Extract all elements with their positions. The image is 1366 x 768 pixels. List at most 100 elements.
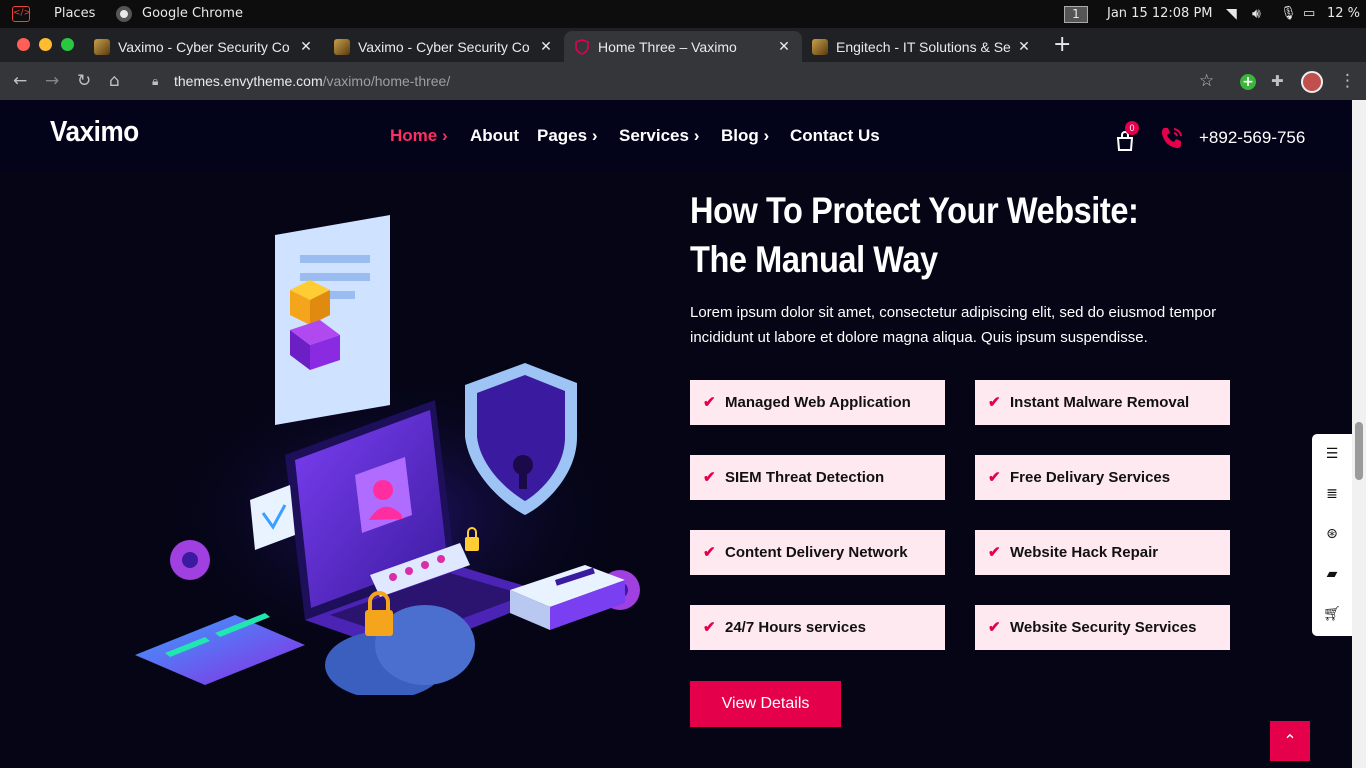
cart-icon[interactable]: 🛒︎ xyxy=(1312,606,1352,622)
documentation-list-icon[interactable]: ≣ xyxy=(1312,486,1352,502)
wifi-icon[interactable]: ◥ xyxy=(1226,0,1237,28)
feature-item: ✔ Free Delivary Services xyxy=(975,455,1230,500)
feature-item: ✔ 24/7 Hours services xyxy=(690,605,945,650)
url-domain: themes.envytheme.com xyxy=(174,73,323,89)
website-viewport: Vaximo Home › About Pages › Services › B… xyxy=(0,100,1366,768)
url-path: /vaximo/home-three/ xyxy=(322,73,451,89)
view-details-button[interactable]: View Details xyxy=(690,681,841,727)
os-top-bar: </> Places Google Chrome 1 Jan 15 12:08 … xyxy=(0,0,1366,28)
shield-favicon-icon xyxy=(575,38,589,55)
chevron-right-icon: › xyxy=(441,126,448,145)
tab-title: Engitech - IT Solutions & Se xyxy=(836,38,1011,55)
nav-pages[interactable]: Pages › xyxy=(537,126,598,146)
feature-item: ✔ Managed Web Application xyxy=(690,380,945,425)
feature-item: ✔ SIEM Threat Detection xyxy=(690,455,945,500)
nav-about[interactable]: About xyxy=(470,126,519,146)
book-icon[interactable]: ▰ xyxy=(1312,566,1352,582)
chevron-right-icon: › xyxy=(693,126,700,145)
reload-icon[interactable]: ↻ xyxy=(77,62,91,100)
extensions-puzzle-icon[interactable]: ✚ xyxy=(1271,62,1284,100)
chevron-right-icon: › xyxy=(591,126,598,145)
tab-title: Vaximo - Cyber Security Co xyxy=(118,38,290,55)
engitech-favicon-icon xyxy=(812,38,828,55)
floating-sidebar: ☰ ≣ ⊛ ▰ 🛒︎ xyxy=(1312,434,1352,636)
forward-arrow-icon[interactable]: → xyxy=(45,62,59,100)
site-navbar: Vaximo Home › About Pages › Services › B… xyxy=(0,100,1352,172)
feature-label: Free Delivary Services xyxy=(1010,469,1171,486)
profile-avatar[interactable] xyxy=(1301,71,1323,93)
browser-tab-bar: Vaximo - Cyber Security Co ✕ Vaximo - Cy… xyxy=(0,28,1366,62)
tab-home-three[interactable]: Home Three – Vaximo ✕ xyxy=(564,31,802,62)
app-name[interactable]: Google Chrome xyxy=(142,0,243,28)
extension-add-icon[interactable]: + xyxy=(1240,74,1256,90)
chrome-menu-icon[interactable]: ⋮ xyxy=(1339,62,1356,100)
nav-label: Blog xyxy=(721,126,759,145)
chevron-right-icon: › xyxy=(763,126,770,145)
nav-label: Services xyxy=(619,126,689,145)
tab-title: Vaximo - Cyber Security Co xyxy=(358,38,530,55)
check-icon: ✔ xyxy=(988,619,1001,636)
page-scrollbar[interactable] xyxy=(1352,100,1366,768)
vaximo-favicon-icon xyxy=(94,38,110,55)
url-field[interactable]: themes.envytheme.com/vaximo/home-three/ xyxy=(174,62,450,100)
feature-label: Instant Malware Removal xyxy=(1010,394,1190,411)
chevron-up-icon: ⌃ xyxy=(1283,731,1297,750)
feature-label: Managed Web Application xyxy=(725,394,911,411)
mic-icon[interactable]: 🎙︎ xyxy=(1280,0,1297,28)
home-icon[interactable]: ⌂ xyxy=(109,62,120,100)
scrollbar-thumb[interactable] xyxy=(1355,422,1363,480)
tab-vaximo-1[interactable]: Vaximo - Cyber Security Co ✕ xyxy=(84,31,324,62)
check-icon: ✔ xyxy=(703,544,716,561)
bookmark-star-icon[interactable]: ☆ xyxy=(1199,62,1214,100)
workspace-indicator[interactable]: 1 xyxy=(1064,6,1088,23)
tab-engitech[interactable]: Engitech - IT Solutions & Se ✕ xyxy=(802,31,1042,62)
code-app-icon[interactable]: </> xyxy=(12,6,31,22)
site-logo[interactable]: Vaximo xyxy=(50,116,139,149)
section-heading: How To Protect Your Website: The Manual … xyxy=(690,190,1139,280)
nav-label: About xyxy=(470,126,520,145)
check-icon: ✔ xyxy=(703,394,716,411)
cyber-security-illustration xyxy=(135,215,640,695)
nav-services[interactable]: Services › xyxy=(619,126,699,146)
feature-item: ✔ Website Security Services xyxy=(975,605,1230,650)
lock-icon[interactable]: 🔒︎ xyxy=(152,62,158,100)
tab-vaximo-2[interactable]: Vaximo - Cyber Security Co ✕ xyxy=(324,31,564,62)
volume-icon[interactable]: 🔊︎ xyxy=(1252,0,1261,28)
tab-close-icon[interactable]: ✕ xyxy=(298,38,314,55)
battery-icon[interactable]: ▭ xyxy=(1303,0,1315,28)
nav-contact-us[interactable]: Contact Us xyxy=(790,126,880,146)
feature-label: Website Hack Repair xyxy=(1010,544,1159,561)
phone-number[interactable]: +892-569-756 xyxy=(1199,128,1305,148)
nav-label: Home xyxy=(390,126,438,145)
back-arrow-icon[interactable]: ← xyxy=(13,62,27,100)
feature-label: 24/7 Hours services xyxy=(725,619,866,636)
tab-close-icon[interactable]: ✕ xyxy=(776,38,792,55)
window-minimize-button[interactable] xyxy=(39,38,52,51)
battery-percent: 12 % xyxy=(1327,6,1361,21)
phone-icon xyxy=(1162,128,1182,148)
cart-count-badge: 0 xyxy=(1125,121,1139,135)
check-icon: ✔ xyxy=(988,544,1001,561)
datetime[interactable]: Jan 15 12:08 PM xyxy=(1107,0,1213,28)
demos-list-icon[interactable]: ☰ xyxy=(1312,446,1352,462)
feature-label: Content Delivery Network xyxy=(725,544,908,561)
feature-label: Website Security Services xyxy=(1010,619,1197,636)
address-toolbar: ← → ↻ ⌂ 🔒︎ themes.envytheme.com/vaximo/h… xyxy=(0,62,1366,100)
nav-home[interactable]: Home › xyxy=(390,126,448,146)
check-icon: ✔ xyxy=(988,394,1001,411)
feature-label: SIEM Threat Detection xyxy=(725,469,885,486)
check-icon: ✔ xyxy=(703,619,716,636)
tab-close-icon[interactable]: ✕ xyxy=(538,38,554,55)
nav-blog[interactable]: Blog › xyxy=(721,126,769,146)
check-icon: ✔ xyxy=(703,469,716,486)
tab-close-icon[interactable]: ✕ xyxy=(1016,38,1032,55)
window-maximize-button[interactable] xyxy=(61,38,74,51)
back-to-top-button[interactable]: ⌃ xyxy=(1270,721,1310,761)
places-menu[interactable]: Places xyxy=(54,0,95,28)
new-tab-button[interactable]: + xyxy=(1053,31,1071,59)
feature-item: ✔ Content Delivery Network xyxy=(690,530,945,575)
nav-label: Pages xyxy=(537,126,588,145)
vaximo-favicon-icon xyxy=(334,38,350,55)
window-close-button[interactable] xyxy=(17,38,30,51)
support-lifebuoy-icon[interactable]: ⊛ xyxy=(1312,526,1352,542)
